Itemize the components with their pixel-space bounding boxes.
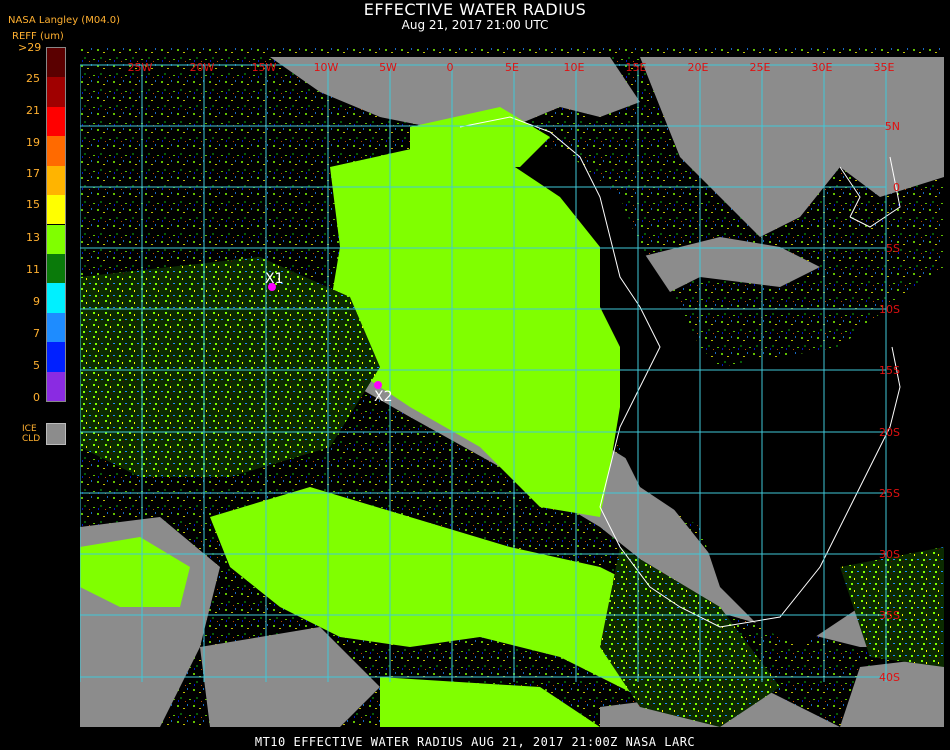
color-scale-segment xyxy=(47,77,65,107)
longitude-label: 10W xyxy=(314,61,339,74)
longitude-label: 10E xyxy=(564,61,585,74)
latitude-label: 25S xyxy=(879,487,900,500)
latitude-label: 5N xyxy=(885,120,900,133)
color-scale-segment xyxy=(47,283,65,313)
latitude-label: 5S xyxy=(886,242,900,255)
location-marker-label: X2 xyxy=(374,389,393,405)
latitude-label: 40S xyxy=(879,671,900,684)
latitude-label: 30S xyxy=(879,548,900,561)
ice-label: ICE xyxy=(22,424,37,434)
longitude-label: 15W xyxy=(252,61,277,74)
location-marker-label: X1 xyxy=(265,271,284,287)
chart-title: EFFECTIVE WATER RADIUS xyxy=(363,0,587,19)
longitude-label: 20W xyxy=(190,61,215,74)
footer-caption: MT10 EFFECTIVE WATER RADIUS AUG 21, 2017… xyxy=(254,735,696,749)
cloud-label: CLD xyxy=(22,434,41,444)
color-scale-tick-label: 19 xyxy=(26,136,40,149)
color-scale-tick-label: 25 xyxy=(26,72,40,85)
color-scale-tick-label: 21 xyxy=(26,104,40,117)
longitude-label: 20E xyxy=(688,61,709,74)
color-scale-segment xyxy=(47,371,65,401)
color-scale-bar xyxy=(46,47,66,402)
latitude-label: 10S xyxy=(879,303,900,316)
longitude-label: 5E xyxy=(505,61,519,74)
color-scale-tick-label: 9 xyxy=(33,295,40,308)
longitude-label: 35E xyxy=(874,61,895,74)
color-scale-segment xyxy=(47,136,65,166)
color-scale-segment xyxy=(47,253,65,284)
color-scale-tick-label: 13 xyxy=(26,231,40,244)
longitude-label: 30E xyxy=(812,61,833,74)
producer-label: NASA Langley (M04.0) xyxy=(8,15,120,26)
longitude-label: 5W xyxy=(379,61,397,74)
longitude-label: 25W xyxy=(128,61,153,74)
color-scale-segment xyxy=(47,342,65,372)
color-scale-tick-label: 5 xyxy=(33,359,40,372)
color-scale-tick-label: 15 xyxy=(26,198,40,211)
color-scale-segment xyxy=(47,195,65,225)
color-scale-segment xyxy=(47,106,65,137)
satellite-map: 25W 20W 15W 10W 5W 0 5E 10E 15E 20E 25E 30E 35E 5N 0 5… xyxy=(80,47,944,727)
chart-subtitle: Aug 21, 2017 21:00 UTC xyxy=(401,18,549,32)
color-scale-tick-label: 11 xyxy=(26,263,40,276)
longitude-label: 15E xyxy=(626,61,647,74)
color-scale-tick-label: >29 xyxy=(18,41,42,54)
longitude-label: 0 xyxy=(447,61,454,74)
latitude-label: 35S xyxy=(879,609,900,622)
latitude-label: 20S xyxy=(879,426,900,439)
color-scale-segment xyxy=(47,48,65,78)
location-marker-dot xyxy=(374,381,382,389)
color-scale-segment xyxy=(47,312,65,343)
color-scale-segment xyxy=(47,165,65,196)
color-scale-segment xyxy=(47,224,65,254)
color-scale-tick-label: 17 xyxy=(26,167,40,180)
color-scale-tick-label: 0 xyxy=(33,391,40,404)
color-scale-tick-label: 7 xyxy=(33,327,40,340)
ice-cloud-swatch xyxy=(46,423,66,445)
latitude-label: 15S xyxy=(879,364,900,377)
latitude-label: 0 xyxy=(893,181,900,194)
longitude-label: 25E xyxy=(750,61,771,74)
